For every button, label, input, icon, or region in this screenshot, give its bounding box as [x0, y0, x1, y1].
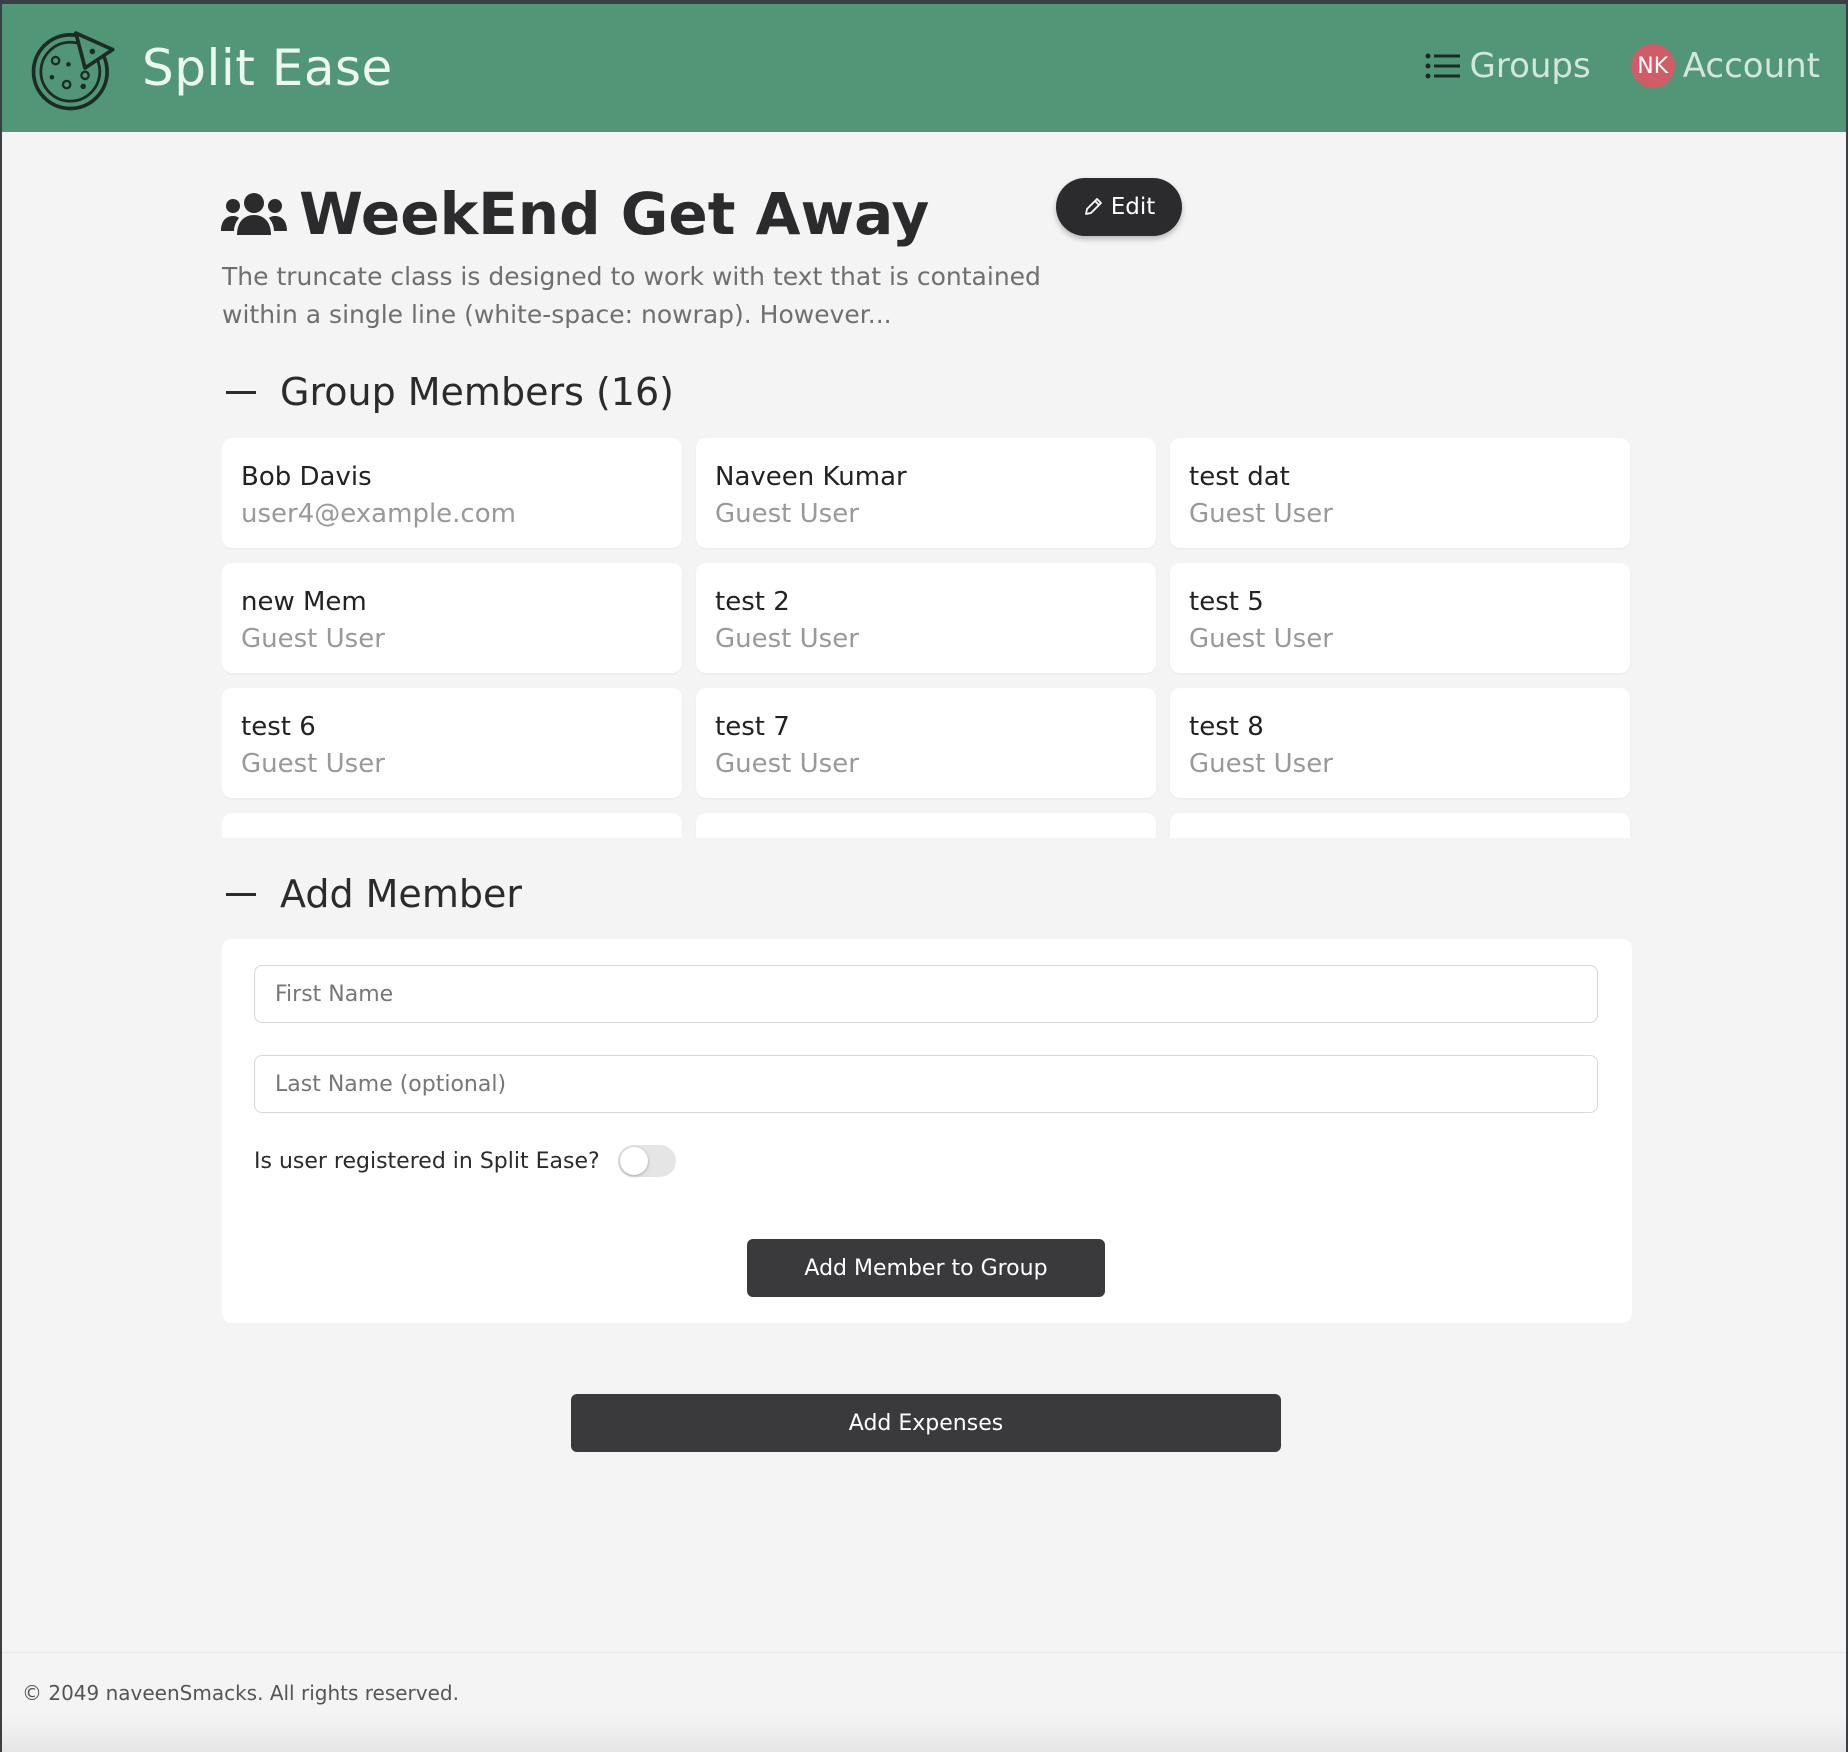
member-card[interactable]: test 7 Guest User — [696, 688, 1156, 798]
registered-toggle-row: Is user registered in Split Ease? — [254, 1145, 676, 1177]
first-name-input[interactable] — [254, 965, 1598, 1023]
avatar: NK — [1630, 44, 1675, 88]
brand-name: Split Ease — [142, 39, 393, 97]
group-header: WeekEnd Get Away — [221, 180, 929, 248]
members-scroll-area[interactable]: Bob Davis user4@example.com Naveen Kumar… — [222, 438, 1632, 838]
member-card[interactable]: test 8 Guest User — [1170, 688, 1630, 798]
member-name: new Mem — [241, 587, 367, 617]
member-name: test dat — [1189, 462, 1290, 492]
member-name: Bob Davis — [241, 462, 372, 492]
navbar: Split Ease Groups NK Account — [2, 4, 1846, 132]
member-status: Guest User — [715, 499, 859, 529]
nav-groups-link[interactable]: Groups — [1425, 46, 1591, 86]
toggle-knob — [619, 1147, 648, 1175]
member-name: Naveen Kumar — [715, 462, 907, 492]
members-section-toggle[interactable]: Group Members (16) — [226, 370, 674, 414]
member-card[interactable]: Naveen Kumar Guest User — [696, 438, 1156, 548]
nav-account-link[interactable]: NK Account — [1630, 44, 1820, 88]
add-member-to-group-button[interactable]: Add Member to Group — [747, 1239, 1105, 1297]
member-status: Guest User — [241, 624, 385, 654]
member-card[interactable]: new Mem Guest User — [222, 563, 682, 673]
page-title: WeekEnd Get Away — [299, 180, 930, 248]
member-card[interactable]: test 2 Guest User — [696, 563, 1156, 673]
pizza-logo-icon — [31, 31, 115, 111]
nav-groups-label: Groups — [1469, 46, 1591, 86]
add-member-section-title: Add Member — [280, 872, 522, 916]
member-status: Guest User — [1189, 624, 1333, 654]
member-status: Guest User — [241, 749, 385, 779]
member-name: test 5 — [1189, 587, 1264, 617]
member-card[interactable]: test dat Guest User — [1170, 438, 1630, 548]
member-status: Guest User — [715, 749, 859, 779]
member-card[interactable]: test 6 Guest User — [222, 688, 682, 798]
collapse-minus-icon — [226, 892, 256, 896]
member-name: test 2 — [715, 587, 790, 617]
registered-label: Is user registered in Split Ease? — [254, 1148, 600, 1174]
edit-label: Edit — [1110, 194, 1156, 220]
collapse-minus-icon — [226, 390, 256, 394]
footer: © 2049 naveenSmacks. All rights reserved… — [2, 1652, 1846, 1752]
users-icon — [221, 193, 287, 235]
registered-toggle[interactable] — [617, 1145, 676, 1177]
members-section-title: Group Members (16) — [280, 370, 674, 414]
last-name-input[interactable] — [254, 1055, 1598, 1113]
member-name: test 7 — [715, 712, 790, 742]
add-member-section-toggle[interactable]: Add Member — [226, 872, 522, 916]
member-email: user4@example.com — [241, 499, 516, 529]
members-grid: Bob Davis user4@example.com Naveen Kumar… — [222, 438, 1632, 838]
list-icon — [1425, 53, 1461, 79]
member-card[interactable] — [1170, 813, 1630, 838]
member-status: Guest User — [1189, 499, 1333, 529]
member-card[interactable] — [696, 813, 1156, 838]
member-card[interactable]: test 5 Guest User — [1170, 563, 1630, 673]
member-status: Guest User — [715, 624, 859, 654]
member-card[interactable]: Bob Davis user4@example.com — [222, 438, 682, 548]
add-expenses-button[interactable]: Add Expenses — [571, 1394, 1281, 1452]
member-card[interactable] — [222, 813, 682, 838]
pencil-icon — [1084, 198, 1102, 215]
copyright-text: © 2049 naveenSmacks. All rights reserved… — [22, 1681, 459, 1705]
member-status: Guest User — [1189, 749, 1333, 779]
nav-right: Groups NK Account — [1425, 44, 1820, 88]
member-name: test 8 — [1189, 712, 1264, 742]
add-member-form: Is user registered in Split Ease? Add Me… — [222, 939, 1632, 1323]
nav-account-label: Account — [1682, 46, 1820, 86]
brand[interactable]: Split Ease — [28, 22, 393, 114]
group-description: The truncate class is designed to work w… — [222, 262, 1041, 329]
member-name: test 6 — [241, 712, 316, 742]
edit-group-button[interactable]: Edit — [1056, 178, 1182, 236]
